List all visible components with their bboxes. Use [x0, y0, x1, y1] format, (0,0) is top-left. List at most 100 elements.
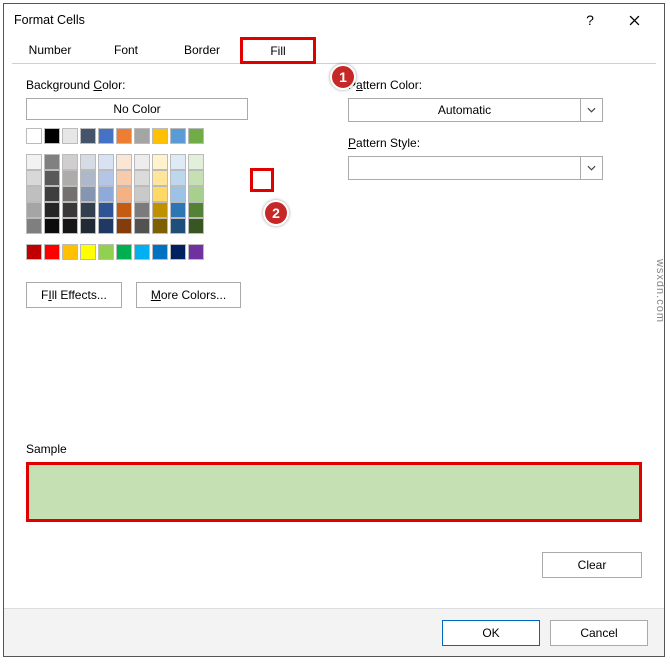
color-swatch[interactable] [134, 244, 150, 260]
color-swatch[interactable] [44, 244, 60, 260]
color-swatch[interactable] [98, 218, 114, 234]
color-swatch[interactable] [134, 186, 150, 202]
color-swatch[interactable] [116, 186, 132, 202]
color-swatch[interactable] [62, 128, 78, 144]
color-swatch[interactable] [26, 202, 42, 218]
pattern-style-value [349, 157, 580, 179]
tab-fill[interactable]: Fill [240, 37, 316, 64]
standard-colors-row [26, 244, 316, 260]
ok-button[interactable]: OK [442, 620, 540, 646]
color-swatch[interactable] [134, 218, 150, 234]
color-swatch[interactable] [116, 128, 132, 144]
color-swatch[interactable] [188, 154, 204, 170]
color-swatch[interactable] [152, 154, 168, 170]
color-swatch[interactable] [134, 202, 150, 218]
color-swatch[interactable] [170, 186, 186, 202]
color-swatch[interactable] [62, 186, 78, 202]
color-swatch[interactable] [134, 128, 150, 144]
color-swatch[interactable] [134, 154, 150, 170]
titlebar: Format Cells ? [4, 4, 664, 36]
color-swatch[interactable] [170, 170, 186, 186]
color-swatch[interactable] [116, 218, 132, 234]
help-button[interactable]: ? [568, 12, 612, 28]
color-swatch[interactable] [80, 244, 96, 260]
color-swatch[interactable] [44, 202, 60, 218]
color-swatch[interactable] [26, 170, 42, 186]
color-swatch[interactable] [44, 170, 60, 186]
color-swatch[interactable] [26, 186, 42, 202]
theme-tint-row [26, 202, 266, 218]
close-button[interactable] [612, 6, 656, 34]
color-swatch[interactable] [44, 186, 60, 202]
tab-number[interactable]: Number [12, 36, 88, 63]
no-color-button[interactable]: No Color [26, 98, 248, 120]
color-swatch[interactable] [188, 202, 204, 218]
color-swatch[interactable] [44, 218, 60, 234]
color-swatch[interactable] [80, 128, 96, 144]
color-swatch[interactable] [62, 170, 78, 186]
color-swatch[interactable] [98, 186, 114, 202]
color-swatch[interactable] [62, 218, 78, 234]
color-swatch[interactable] [188, 186, 204, 202]
right-panel: Pattern Color: Automatic Pattern Style: [316, 78, 642, 308]
chevron-down-icon [580, 157, 602, 179]
color-swatch[interactable] [80, 218, 96, 234]
color-swatch[interactable] [152, 202, 168, 218]
watermark: wsxdn.com [654, 259, 666, 323]
dialog-title: Format Cells [14, 13, 568, 27]
color-swatch[interactable] [152, 128, 168, 144]
color-swatch[interactable] [98, 170, 114, 186]
color-swatch[interactable] [62, 154, 78, 170]
theme-colors-row [26, 128, 316, 144]
cancel-button[interactable]: Cancel [550, 620, 648, 646]
color-swatch[interactable] [26, 154, 42, 170]
pattern-color-value: Automatic [349, 99, 580, 121]
color-swatch[interactable] [26, 244, 42, 260]
color-swatch[interactable] [116, 154, 132, 170]
color-swatch[interactable] [98, 244, 114, 260]
more-colors-button[interactable]: More Colors... [136, 282, 241, 308]
color-swatch[interactable] [170, 128, 186, 144]
clear-row: Clear [542, 552, 642, 578]
color-swatch[interactable] [152, 170, 168, 186]
color-swatch[interactable] [44, 128, 60, 144]
color-swatch[interactable] [26, 218, 42, 234]
tab-font[interactable]: Font [88, 36, 164, 63]
sample-area: Sample [26, 442, 642, 522]
color-swatch[interactable] [62, 244, 78, 260]
color-swatch[interactable] [80, 202, 96, 218]
color-swatch[interactable] [62, 202, 78, 218]
theme-tint-row [26, 218, 266, 234]
color-swatch[interactable] [152, 244, 168, 260]
color-swatch[interactable] [170, 202, 186, 218]
clear-button[interactable]: Clear [542, 552, 642, 578]
color-swatch[interactable] [152, 186, 168, 202]
color-swatch[interactable] [170, 218, 186, 234]
color-swatch[interactable] [188, 170, 204, 186]
color-swatch[interactable] [26, 128, 42, 144]
color-swatch[interactable] [188, 218, 204, 234]
color-swatch[interactable] [116, 244, 132, 260]
tab-border[interactable]: Border [164, 36, 240, 63]
color-swatch[interactable] [98, 154, 114, 170]
color-swatch[interactable] [44, 154, 60, 170]
color-swatch[interactable] [116, 170, 132, 186]
fill-effects-button[interactable]: FIll Effects... [26, 282, 122, 308]
color-swatch[interactable] [80, 186, 96, 202]
color-swatch[interactable] [116, 202, 132, 218]
color-swatch[interactable] [170, 244, 186, 260]
color-swatch[interactable] [80, 170, 96, 186]
pattern-style-dropdown[interactable] [348, 156, 603, 180]
color-swatch[interactable] [188, 244, 204, 260]
color-swatch[interactable] [134, 170, 150, 186]
pattern-color-dropdown[interactable]: Automatic [348, 98, 603, 122]
color-swatch[interactable] [188, 128, 204, 144]
color-swatch[interactable] [98, 128, 114, 144]
color-swatch[interactable] [80, 154, 96, 170]
color-swatch[interactable] [170, 154, 186, 170]
sample-label: Sample [26, 442, 642, 456]
color-swatch[interactable] [98, 202, 114, 218]
color-swatch[interactable] [152, 218, 168, 234]
tab-strip: Number Font Border Fill [12, 36, 656, 64]
theme-tints-grid [26, 154, 266, 234]
